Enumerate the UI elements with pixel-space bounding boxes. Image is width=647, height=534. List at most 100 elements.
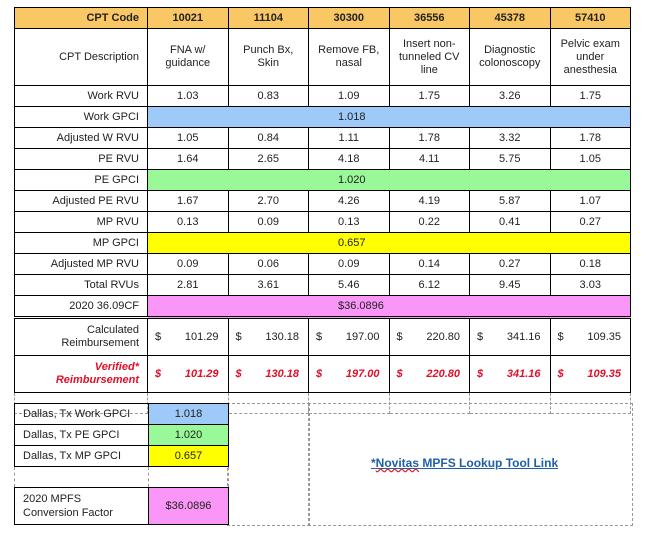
- money-cell: $341.16: [469, 355, 551, 393]
- mp-rvu-row: MP RVU 0.13 0.09 0.13 0.22 0.41 0.27: [14, 211, 631, 233]
- link-word-spellcheck: Novitas: [375, 456, 420, 470]
- currency-symbol: $: [396, 330, 403, 343]
- value-cell: 0.22: [388, 211, 470, 233]
- value-cell: 1.03: [147, 85, 229, 107]
- adjusted-mp-rvu-row: Adjusted MP RVU 0.09 0.06 0.09 0.14 0.27…: [14, 253, 631, 275]
- value-cell: 5.46: [308, 274, 390, 296]
- row-label: Adjusted W RVU: [14, 127, 148, 149]
- value-cell: 0.84: [227, 127, 309, 149]
- pe-gpci-row: PE GPCI 1.020: [14, 169, 631, 191]
- money-cell: $220.80: [388, 317, 470, 356]
- pe-rvu-row: PE RVU 1.64 2.65 4.18 4.11 5.75 1.05: [14, 148, 631, 170]
- row-label: PE GPCI: [14, 169, 148, 191]
- cpt-code: 36556: [388, 7, 470, 29]
- spacer-row: [14, 466, 229, 488]
- value-cell: 0.14: [388, 253, 470, 275]
- currency-symbol: $: [316, 330, 323, 343]
- row-label: CPT Code: [14, 7, 148, 29]
- label-line: Reimbursement: [61, 337, 139, 349]
- value-cell: 1.05: [549, 148, 631, 170]
- cpt-description: Insert non-tunneled CV line: [388, 28, 470, 86]
- link-area-box: [227, 403, 310, 526]
- summary-label: Dallas, Tx PE GPCI: [14, 424, 149, 446]
- row-label: MP GPCI: [14, 232, 148, 254]
- summary-value: 1.020: [148, 424, 229, 446]
- pe-gpci-value: 1.020: [147, 169, 631, 191]
- amount: 109.35: [587, 330, 621, 343]
- value-cell: 9.45: [469, 274, 551, 296]
- cpt-code: 11104: [227, 7, 309, 29]
- value-cell: 1.09: [308, 85, 390, 107]
- value-cell: 1.78: [388, 127, 470, 149]
- value-cell: 3.26: [469, 85, 551, 107]
- cpt-description: Pelvic exam under anesthesia: [549, 28, 631, 86]
- amount: 197.00: [345, 330, 380, 343]
- gpci-summary: Dallas, Tx Work GPCI 1.018 Dallas, Tx PE…: [14, 403, 229, 525]
- reimbursement-table-container: CPT Code 10021 11104 30300 36556 45378 5…: [14, 7, 631, 414]
- money-cell: $130.18: [227, 317, 309, 356]
- label-line: Calculated: [87, 324, 139, 336]
- value-cell: 5.87: [469, 190, 551, 212]
- amount: 130.18: [265, 330, 299, 343]
- row-label: Calculated Reimbursement: [14, 317, 148, 356]
- currency-symbol: $: [477, 330, 484, 343]
- value-cell: 1.64: [147, 148, 229, 170]
- value-cell: 1.67: [147, 190, 229, 212]
- value-cell: 1.07: [549, 190, 631, 212]
- value-cell: 0.13: [308, 211, 390, 233]
- conversion-factor-value: $36.0896: [147, 295, 631, 319]
- cpt-code: 57410: [549, 7, 631, 29]
- value-cell: 4.19: [388, 190, 470, 212]
- link-text: MPFS Lookup Tool Link: [419, 456, 559, 470]
- value-cell: 0.09: [308, 253, 390, 275]
- cpt-description: Diagnostic colonoscopy: [469, 28, 551, 86]
- amount: 341.16: [506, 367, 541, 380]
- summary-label: Dallas, Tx MP GPCI: [14, 445, 149, 467]
- money-cell: $220.80: [388, 355, 470, 393]
- currency-symbol: $: [155, 330, 162, 343]
- total-rvus-row: Total RVUs 2.81 3.61 5.46 6.12 9.45 3.03: [14, 274, 631, 296]
- mp-gpci-row: MP GPCI 0.657: [14, 232, 631, 254]
- money-cell: $109.35: [549, 355, 631, 393]
- amount: 220.80: [426, 367, 460, 380]
- summary-row-pe: Dallas, Tx PE GPCI 1.020: [14, 424, 229, 446]
- value-cell: 2.81: [147, 274, 229, 296]
- money-cell: $197.00: [308, 317, 390, 356]
- empty-cell: [148, 466, 229, 488]
- label-line: 2020 MPFS: [23, 493, 82, 505]
- row-label: Verified* Reimbursement: [14, 355, 148, 393]
- cpt-description: FNA w/ guidance: [147, 28, 229, 86]
- currency-symbol: $: [477, 367, 484, 380]
- value-cell: 6.12: [388, 274, 470, 296]
- money-cell: $130.18: [227, 355, 309, 393]
- gpci-summary-table: Dallas, Tx Work GPCI 1.018 Dallas, Tx PE…: [14, 403, 229, 525]
- money-cell: $101.29: [147, 317, 229, 356]
- currency-symbol: $: [235, 367, 242, 380]
- cpt-code-row: CPT Code 10021 11104 30300 36556 45378 5…: [14, 7, 631, 29]
- novitas-lookup-link[interactable]: *Novitas MPFS Lookup Tool Link: [371, 456, 558, 470]
- verified-reimbursement-row: Verified* Reimbursement $101.29 $130.18 $…: [14, 355, 631, 393]
- money-cell: $197.00: [308, 355, 390, 393]
- empty-cell: [14, 466, 149, 488]
- row-label: Total RVUs: [14, 274, 148, 296]
- row-label: Adjusted PE RVU: [14, 190, 148, 212]
- summary-value: 0.657: [148, 445, 229, 467]
- currency-symbol: $: [155, 367, 162, 380]
- value-cell: 2.65: [227, 148, 309, 170]
- row-label: Work RVU: [14, 85, 148, 107]
- value-cell: 0.27: [469, 253, 551, 275]
- label-line: Reimbursement: [55, 374, 139, 386]
- label-line: Conversion Factor: [23, 507, 113, 519]
- cpt-code: 45378: [469, 7, 551, 29]
- amount: 341.16: [506, 330, 541, 343]
- currency-symbol: $: [557, 367, 564, 380]
- value-cell: 1.78: [549, 127, 631, 149]
- value-cell: 0.13: [147, 211, 229, 233]
- value-cell: 3.32: [469, 127, 551, 149]
- summary-row-work: Dallas, Tx Work GPCI 1.018: [14, 403, 229, 425]
- row-label: PE RVU: [14, 148, 148, 170]
- work-gpci-value: 1.018: [147, 106, 631, 128]
- value-cell: 4.26: [308, 190, 390, 212]
- cpt-code: 10021: [147, 7, 229, 29]
- value-cell: 0.27: [549, 211, 631, 233]
